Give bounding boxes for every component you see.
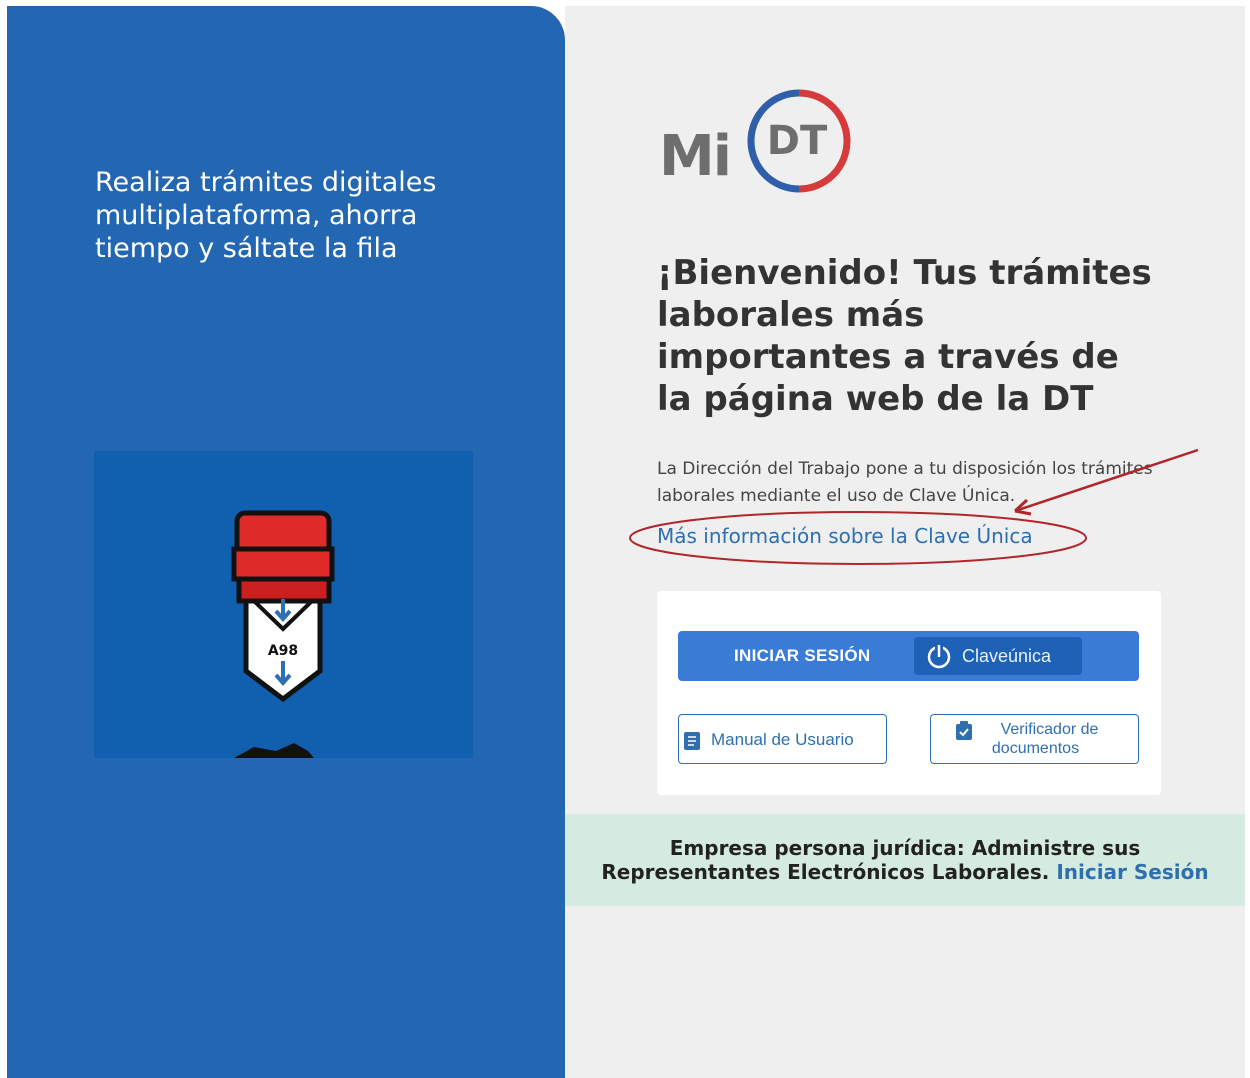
left-panel: Realiza trámites digitales multiplatafor… — [7, 6, 565, 1078]
logo-mi-text: Mi — [659, 124, 732, 189]
book-icon — [684, 732, 700, 750]
login-label: INICIAR SESIÓN — [734, 646, 871, 665]
more-info-clave-unica-link[interactable]: Más información sobre la Clave Única — [657, 524, 1033, 548]
company-line1: Empresa persona jurídica: Administre sus — [669, 836, 1141, 860]
right-panel: Mi DT ¡Bienvenido! Tus trámites laborale… — [565, 6, 1245, 1078]
document-verifier-label: Verificador de documentos — [931, 720, 1140, 758]
login-clave-unica-button[interactable]: INICIAR SESIÓN Claveúnica — [678, 631, 1139, 681]
company-banner: Empresa persona jurídica: Administre sus… — [565, 814, 1245, 906]
mi-dt-logo: Mi DT — [659, 88, 879, 198]
tagline: Realiza trámites digitales multiplatafor… — [95, 167, 437, 264]
ticket-illustration-graphic: A98 — [231, 510, 335, 758]
welcome-heading: ¡Bienvenido! Tus trámites laborales más … — [657, 253, 1152, 419]
ticket-number: A98 — [268, 643, 298, 659]
company-line2: Representantes Electrónicos Laborales. — [601, 860, 1050, 884]
clave-unica-label: Claveúnica — [962, 646, 1052, 666]
dt-circle-logo: DT — [747, 89, 851, 193]
verifier-line2: documentos — [991, 740, 1080, 757]
clave-unica-power-icon — [927, 644, 951, 669]
user-manual-label: Manual de Usuario — [711, 730, 854, 749]
clave-unica-badge: Claveúnica — [914, 637, 1082, 675]
queue-illustration: A98 — [94, 451, 473, 758]
user-manual-button[interactable]: Manual de Usuario — [678, 714, 887, 764]
logo-dt-text: DT — [767, 118, 828, 164]
description-text: La Dirección del Trabajo pone a tu dispo… — [657, 459, 1153, 506]
document-verifier-button[interactable]: Verificador de documentos — [930, 714, 1139, 764]
company-line2-wrap: Representantes Electrónicos Laborales. I… — [565, 860, 1245, 884]
verifier-line1: Verificador de — [1000, 721, 1099, 738]
login-card: INICIAR SESIÓN Claveúnica Manual de Usua… — [657, 591, 1161, 795]
company-signin-link[interactable]: Iniciar Sesión — [1056, 860, 1208, 884]
